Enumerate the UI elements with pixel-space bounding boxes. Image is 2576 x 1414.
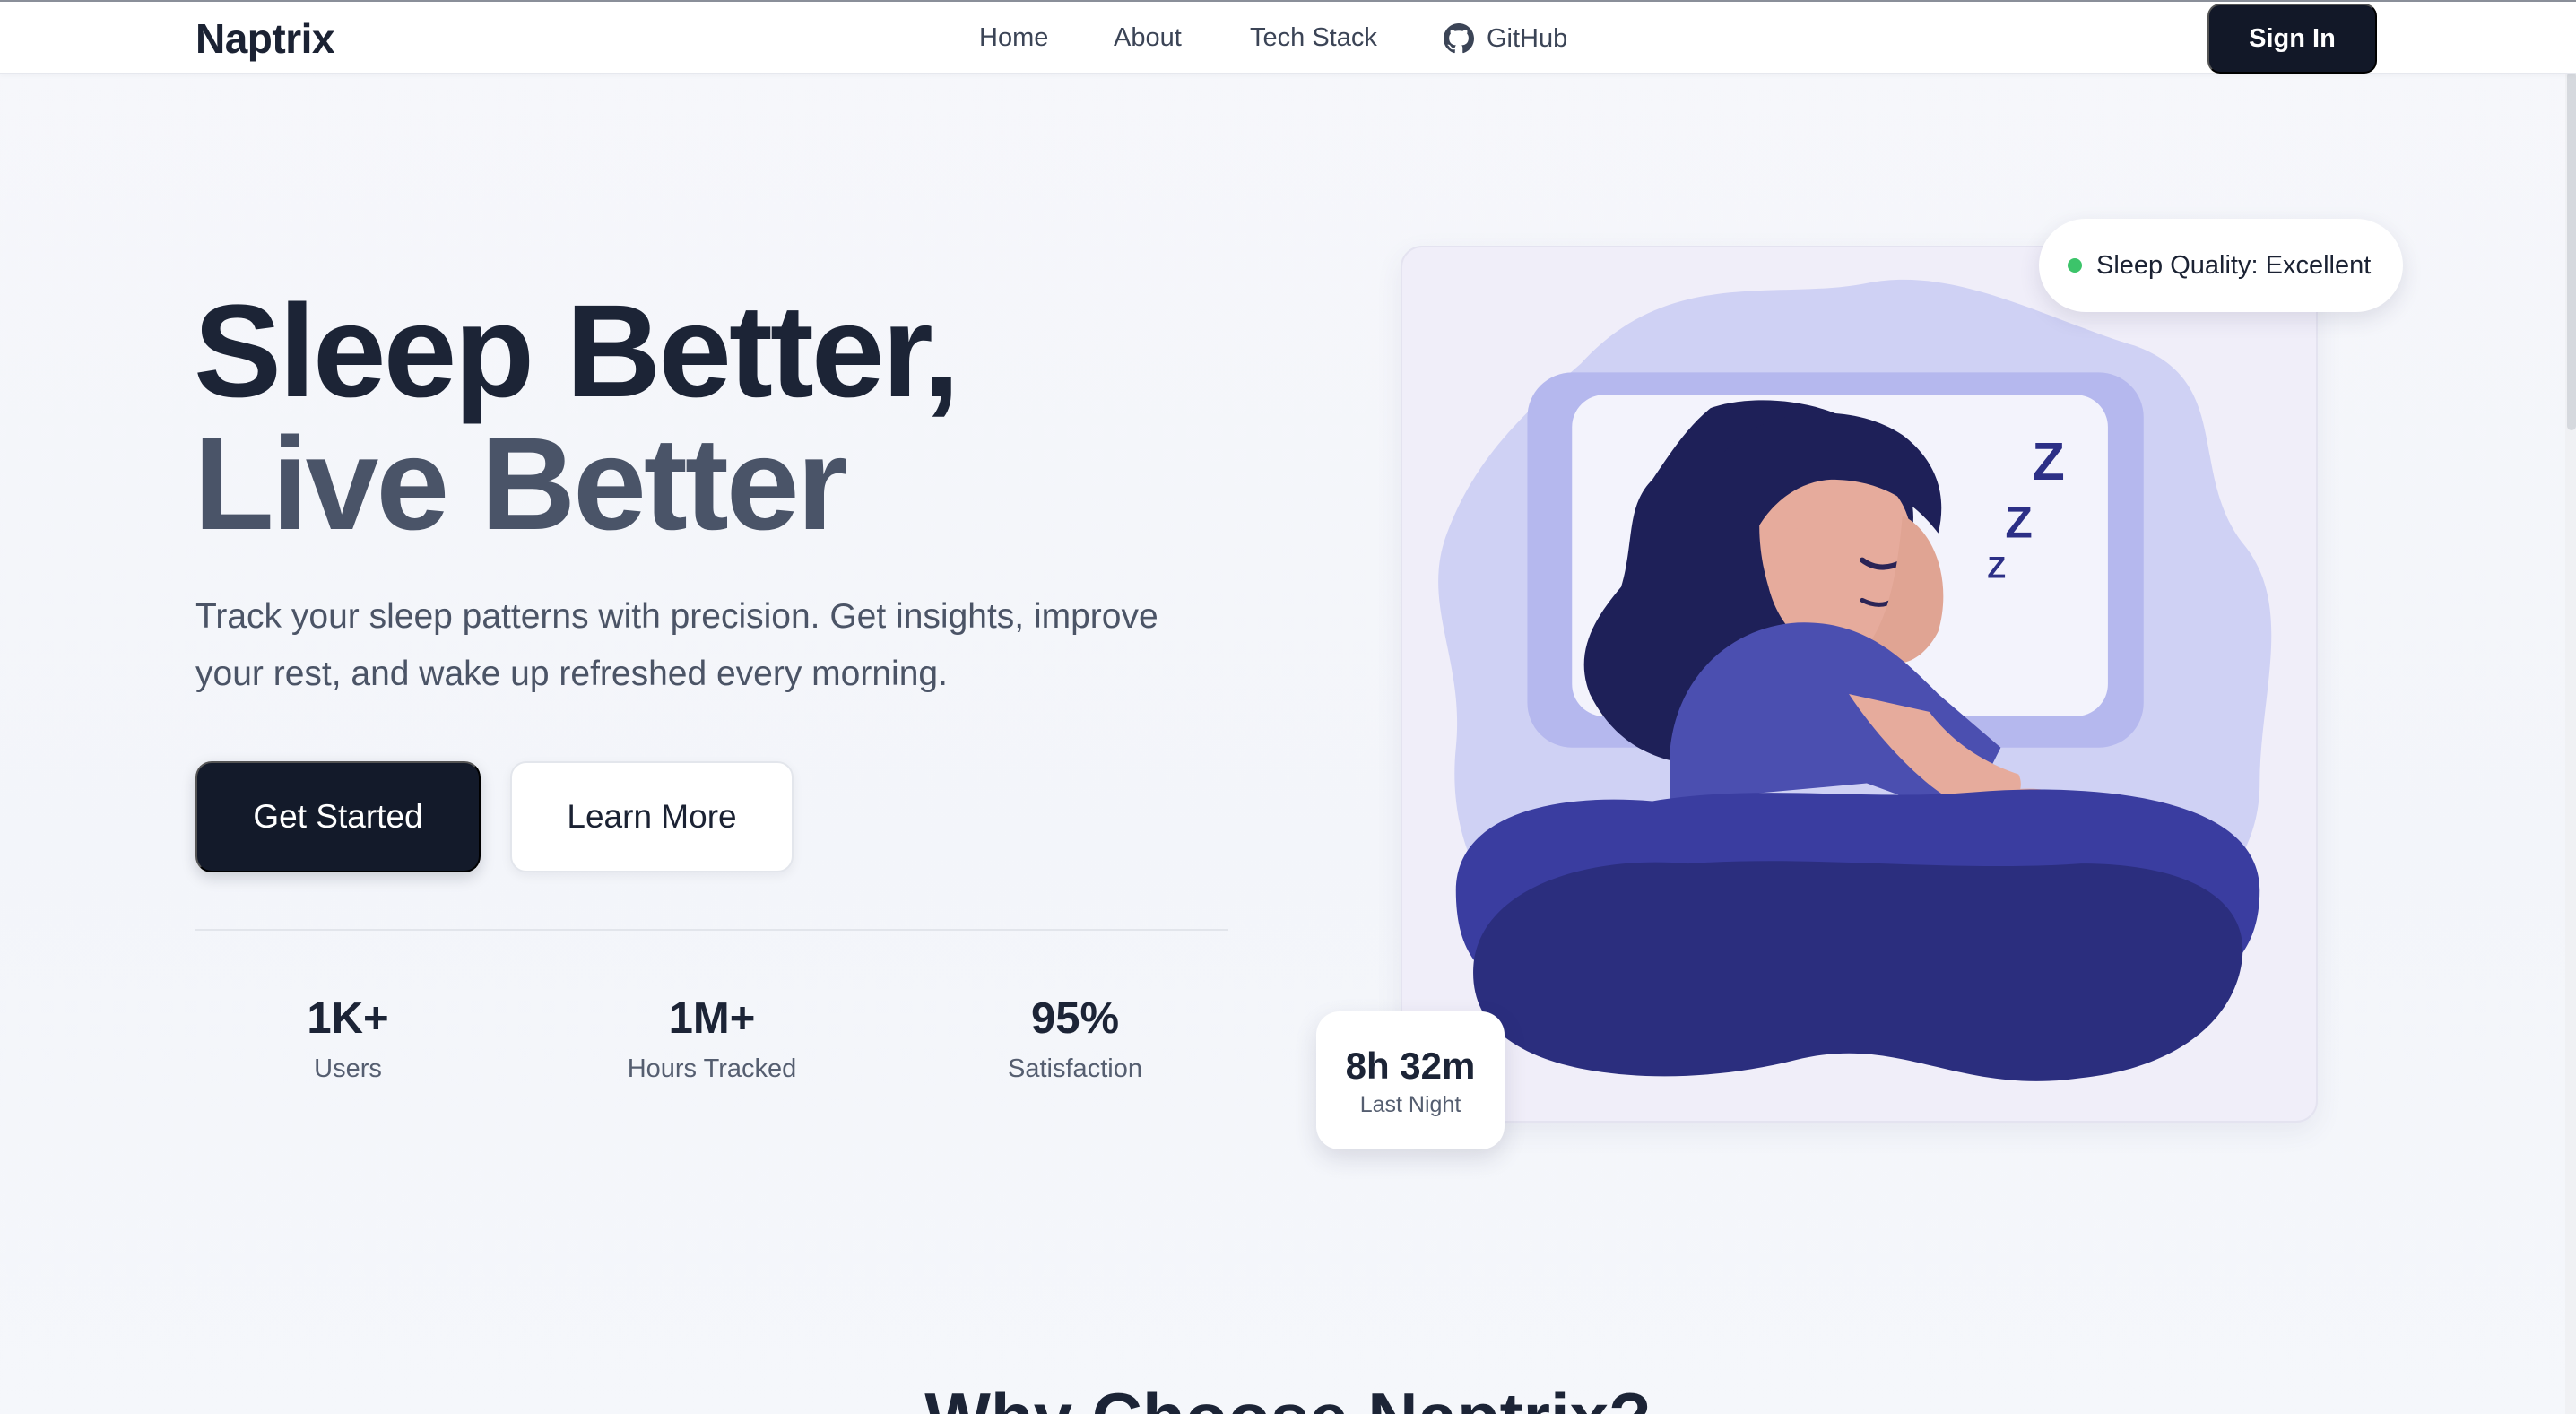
stat-label: Users (314, 1054, 382, 1083)
nav-link-github-label: GitHub (1487, 23, 1568, 53)
hero-subtitle: Track your sleep patterns with precision… (195, 597, 1158, 693)
stat-users: 1K+ Users (213, 990, 482, 1087)
svg-text:Z: Z (2005, 498, 2032, 548)
stat-value: 1K+ (307, 994, 389, 1043)
nav-link-tech-stack[interactable]: Tech Stack (1250, 23, 1377, 53)
logo[interactable]: Naptrix (195, 14, 334, 63)
stat-label: Satisfaction (1008, 1054, 1142, 1083)
why-choose-heading: Why Choose Naptrix? (0, 1377, 2576, 1414)
last-night-sleep-badge: 8h 32m Last Night (1316, 1011, 1505, 1149)
scrollbar-thumb[interactable] (2567, 72, 2576, 430)
sleep-duration-label: Last Night (1359, 1092, 1461, 1117)
stat-satisfaction: 95% Satisfaction (941, 990, 1210, 1087)
sleep-duration: 8h 32m (1345, 1045, 1476, 1087)
illustration-svg: Z Z Z (1438, 279, 2272, 1081)
stat-label: Hours Tracked (627, 1054, 797, 1083)
sign-in-button[interactable]: Sign In (2207, 4, 2377, 74)
nav-link-home[interactable]: Home (979, 23, 1048, 53)
navbar: Naptrix Home About Tech Stack GitHub Sig… (0, 0, 2576, 74)
stats-divider (195, 929, 1228, 931)
svg-text:Z: Z (1987, 551, 2006, 585)
sleeping-woman-illustration: Z Z Z (1401, 246, 2318, 1123)
sleep-quality-text: Sleep Quality: Excellent (2096, 250, 2372, 280)
stat-hours-tracked: 1M+ Hours Tracked (577, 990, 846, 1087)
hero-title: Sleep Better, Live Better (194, 278, 960, 558)
stat-value: 1M+ (668, 994, 756, 1043)
nav-link-about[interactable]: About (1114, 23, 1182, 53)
learn-more-button[interactable]: Learn More (510, 761, 794, 872)
nav-link-github[interactable]: GitHub (1444, 23, 1567, 54)
github-icon (1444, 23, 1474, 54)
green-dot-icon (2068, 258, 2082, 273)
hero-title-line2: Live Better (194, 411, 848, 558)
stat-value: 95% (1030, 994, 1120, 1043)
get-started-button[interactable]: Get Started (195, 761, 481, 872)
svg-text:Z: Z (2032, 431, 2065, 491)
hero-title-line1: Sleep Better, (194, 278, 960, 425)
sleep-quality-badge: Sleep Quality: Excellent (2039, 219, 2403, 312)
